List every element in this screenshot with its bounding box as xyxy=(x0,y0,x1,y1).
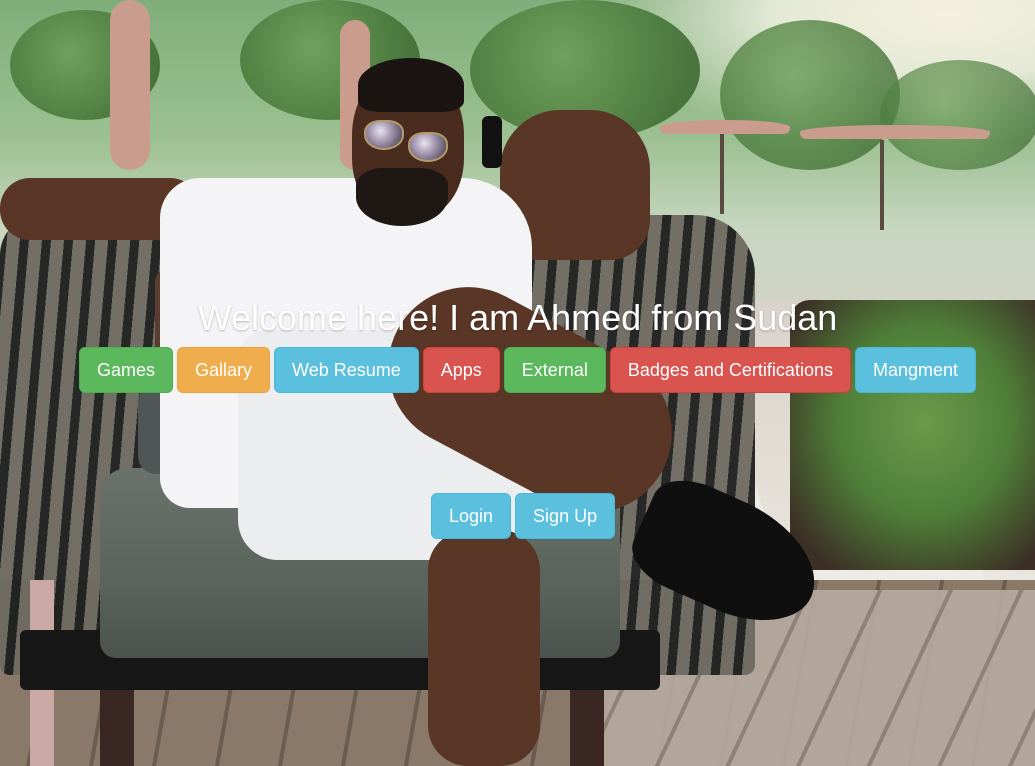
auth-button-group: Login Sign Up xyxy=(431,493,616,539)
hero-section: Welcome here! I am Ahmed from Sudan Game… xyxy=(0,0,1035,766)
leg xyxy=(428,530,540,766)
login-button[interactable]: Login xyxy=(431,493,512,539)
apps-button[interactable]: Apps xyxy=(422,347,500,393)
sunglasses-icon xyxy=(408,132,448,162)
palm-tree xyxy=(880,60,1035,170)
management-button[interactable]: Mangment xyxy=(854,347,977,393)
web-resume-button[interactable]: Web Resume xyxy=(274,347,419,393)
games-button[interactable]: Games xyxy=(79,347,174,393)
umbrella xyxy=(800,125,990,139)
page-title: Welcome here! I am Ahmed from Sudan xyxy=(197,297,838,338)
hair xyxy=(358,58,464,112)
umbrella-pole xyxy=(720,134,724,214)
watch-icon xyxy=(482,116,502,168)
closed-umbrella xyxy=(110,0,150,170)
umbrella xyxy=(660,120,790,134)
sunglasses-icon xyxy=(364,120,404,150)
umbrella-pole xyxy=(880,140,884,230)
badges-certifications-button[interactable]: Badges and Certifications xyxy=(609,347,851,393)
chair-leg xyxy=(570,680,604,766)
external-button[interactable]: External xyxy=(503,347,606,393)
gallery-button[interactable]: Gallary xyxy=(177,347,271,393)
nav-button-group: Games Gallary Web Resume Apps External B… xyxy=(79,347,977,393)
palm-tree xyxy=(720,20,900,170)
signup-button[interactable]: Sign Up xyxy=(515,493,616,539)
chair-leg xyxy=(100,680,134,766)
beard xyxy=(356,168,448,226)
